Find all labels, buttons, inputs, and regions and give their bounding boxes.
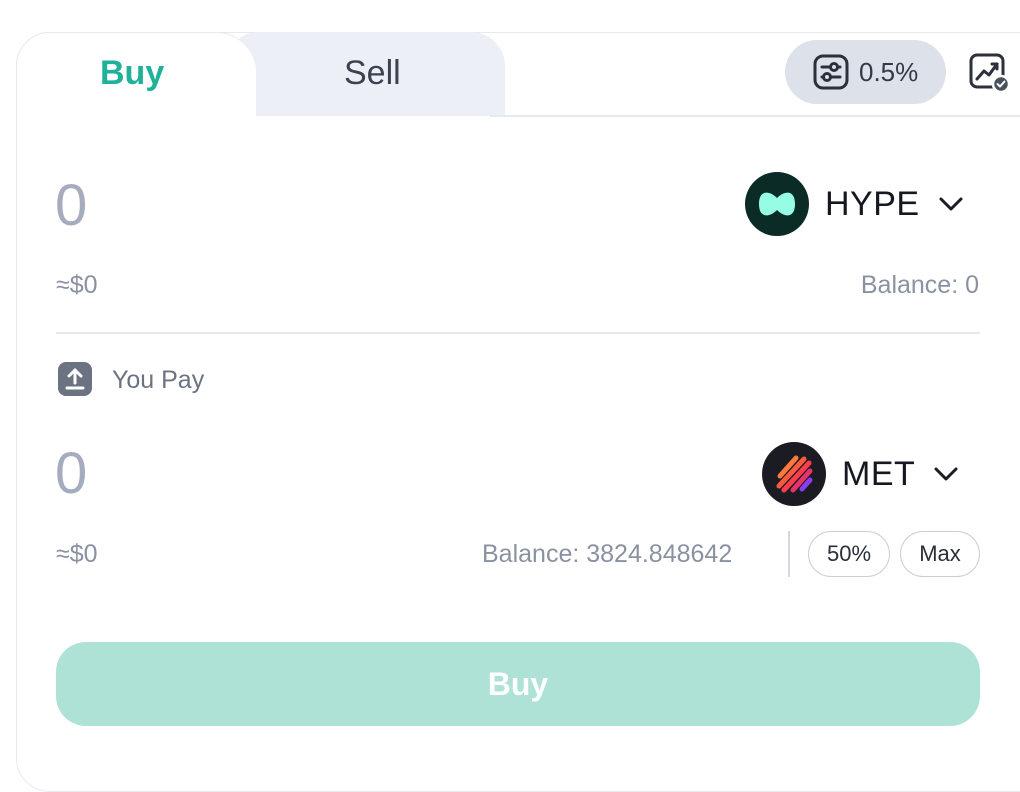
max-button[interactable]: Max xyxy=(900,531,980,577)
hype-token-icon xyxy=(745,172,809,236)
chevron-down-icon xyxy=(938,196,964,212)
tab-divider xyxy=(490,115,1020,117)
half-button[interactable]: 50% xyxy=(808,531,890,577)
receive-token-symbol: HYPE xyxy=(825,184,920,223)
pay-token-selector[interactable]: MET xyxy=(762,442,959,506)
pay-balance: Balance: 3824.848642 xyxy=(482,540,733,568)
section-divider xyxy=(56,332,980,334)
slippage-button[interactable]: 0.5% xyxy=(785,40,946,104)
tab-sell[interactable]: Sell xyxy=(344,54,401,93)
buy-submit-button[interactable]: Buy xyxy=(56,642,980,726)
pay-token-symbol: MET xyxy=(842,454,916,493)
tab-buy[interactable]: Buy xyxy=(100,54,164,93)
chart-check-icon[interactable] xyxy=(968,52,1014,94)
balance-separator xyxy=(788,531,790,577)
met-token-icon xyxy=(762,442,826,506)
pay-usd-value: ≈$0 xyxy=(56,540,98,568)
you-pay-label: You Pay xyxy=(112,366,205,394)
pay-amount-input[interactable]: 0 xyxy=(55,440,87,507)
receive-token-selector[interactable]: HYPE xyxy=(745,172,964,236)
sliders-icon xyxy=(813,54,849,90)
receive-amount-input[interactable]: 0 xyxy=(55,172,87,239)
receive-usd-value: ≈$0 xyxy=(56,271,98,299)
upload-icon xyxy=(58,362,92,396)
slippage-value: 0.5% xyxy=(859,56,919,87)
chevron-down-icon xyxy=(933,466,959,482)
receive-balance: Balance: 0 xyxy=(860,271,979,299)
